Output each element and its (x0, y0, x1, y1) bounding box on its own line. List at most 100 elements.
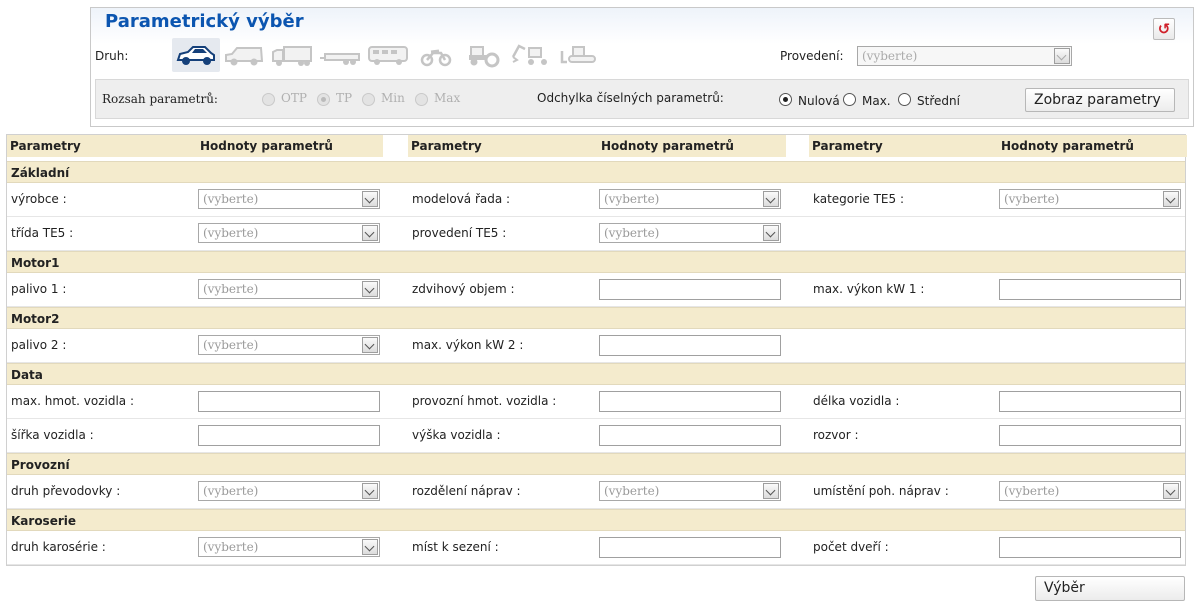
druh-label: Druh: (95, 49, 129, 63)
vehicle-type-tractor[interactable] (460, 38, 508, 72)
parameter-select[interactable]: (vyberte) (198, 335, 380, 355)
rozsah-radio-2[interactable] (317, 93, 330, 106)
chevron-down-icon (362, 225, 378, 241)
parameter-input[interactable] (198, 391, 380, 412)
parameter-input[interactable] (999, 391, 1181, 412)
provedeni-select[interactable]: (vyberte) (857, 46, 1072, 66)
header-parametry: Parametry (411, 139, 482, 153)
section-title: Provozní (11, 458, 70, 472)
parameter-select[interactable]: (vyberte) (999, 189, 1181, 209)
parameter-input[interactable] (599, 537, 781, 558)
rozsah-radio-label: Min (381, 91, 405, 105)
odchylka-radio-label: Max. (862, 94, 891, 108)
chevron-down-icon (362, 281, 378, 297)
table-header-3: Parametry Hodnoty parametrů (809, 135, 1187, 157)
chevron-down-icon (1054, 48, 1070, 64)
rozsah-radio-label: Max (434, 91, 461, 105)
parameter-input[interactable] (999, 537, 1181, 558)
odchylka-radio-1[interactable] (779, 93, 792, 106)
parametric-selection-panel: Parametrický výběr ↺ Druh: Provedení: (v… (90, 7, 1194, 127)
select-placeholder: (vyberte) (203, 226, 259, 240)
field-label: výrobce : (11, 192, 67, 206)
undo-icon: ↺ (1157, 20, 1171, 38)
section-title: Data (11, 368, 43, 382)
chevron-down-icon (1163, 191, 1179, 207)
parameter-input[interactable] (599, 279, 781, 300)
vehicle-type-bus[interactable] (364, 38, 412, 72)
parameter-select[interactable]: (vyberte) (599, 481, 781, 501)
chevron-down-icon (362, 337, 378, 353)
field-label: druh karosérie : (11, 540, 106, 554)
vehicle-type-bulldozer[interactable] (556, 38, 604, 72)
parameter-input[interactable] (599, 335, 781, 356)
field-label: zdvihový objem : (412, 282, 515, 296)
show-parameters-button[interactable]: Zobraz parametry (1025, 88, 1175, 112)
provedeni-select-value: (vyberte) (862, 49, 918, 63)
parameter-input[interactable] (999, 279, 1181, 300)
section-header: Provozní (7, 453, 1185, 475)
header-hodnoty: Hodnoty parametrů (200, 139, 333, 153)
vehicle-type-excavator[interactable] (508, 38, 556, 72)
select-placeholder: (vyberte) (1004, 484, 1060, 498)
field-label: max. hmot. vozidla : (11, 394, 134, 408)
field-label: modelová řada : (412, 192, 511, 206)
select-placeholder: (vyberte) (604, 192, 660, 206)
field-label: max. výkon kW 2 : (412, 338, 524, 352)
field-label: počet dveří : (813, 540, 889, 554)
section-header: Motor2 (7, 307, 1185, 329)
table-header-2: Parametry Hodnoty parametrů (408, 135, 786, 157)
parameter-select[interactable]: (vyberte) (198, 223, 380, 243)
odchylka-radio-2[interactable] (843, 93, 856, 106)
odchylka-label: Odchylka číselných parametrů: (537, 91, 724, 105)
vehicle-type-trailer[interactable] (316, 38, 364, 72)
submit-button[interactable]: Výběr (1035, 576, 1185, 601)
parameter-table: Parametry Hodnoty parametrů Parametry Hodno… (6, 134, 1187, 566)
field-label: palivo 2 : (11, 338, 67, 352)
parameter-select[interactable]: (vyberte) (198, 537, 380, 557)
parameter-select[interactable]: (vyberte) (599, 189, 781, 209)
table-row: max. hmot. vozidla : provozní hmot. vozid… (7, 385, 1185, 419)
header-parametry: Parametry (10, 139, 81, 153)
rozsah-radio-4[interactable] (415, 93, 428, 106)
reset-button[interactable]: ↺ (1153, 18, 1175, 40)
parameter-select[interactable]: (vyberte) (599, 223, 781, 243)
chevron-down-icon (1163, 483, 1179, 499)
section-header: Motor1 (7, 251, 1185, 273)
chevron-down-icon (362, 483, 378, 499)
parameter-select[interactable]: (vyberte) (198, 481, 380, 501)
table-row: druh převodovky : (vyberte) rozdělení nápr… (7, 475, 1185, 509)
header-parametry: Parametry (812, 139, 883, 153)
chevron-down-icon (763, 483, 779, 499)
parameter-input[interactable] (599, 391, 781, 412)
field-label: druh převodovky : (11, 484, 121, 498)
provedeni-label: Provedení: (780, 49, 844, 63)
parameter-input[interactable] (198, 425, 380, 446)
section-header: Data (7, 363, 1185, 385)
vehicle-type-motorcycle[interactable] (412, 38, 460, 72)
select-placeholder: (vyberte) (203, 540, 259, 554)
parameter-input[interactable] (599, 425, 781, 446)
field-label: umístění poh. náprav : (813, 484, 949, 498)
odchylka-radio-3[interactable] (898, 93, 911, 106)
select-placeholder: (vyberte) (203, 192, 259, 206)
field-label: třída TE5 : (11, 226, 74, 240)
parameter-input[interactable] (999, 425, 1181, 446)
vehicle-type-van[interactable] (220, 38, 268, 72)
field-label: šířka vozidla : (11, 428, 94, 442)
field-label: palivo 1 : (11, 282, 67, 296)
select-placeholder: (vyberte) (203, 282, 259, 296)
vehicle-type-truck[interactable] (268, 38, 316, 72)
range-bar: Rozsah parametrů: OTP TP Min Max Odchylka č… (95, 79, 1189, 119)
parameter-select[interactable]: (vyberte) (198, 189, 380, 209)
section-title: Motor1 (11, 256, 60, 270)
field-label: rozdělení náprav : (412, 484, 521, 498)
table-header-1: Parametry Hodnoty parametrů (7, 135, 383, 157)
table-row: šířka vozidla : výška vozidla : rozvor : (7, 419, 1185, 453)
parameter-select[interactable]: (vyberte) (999, 481, 1181, 501)
parameter-select[interactable]: (vyberte) (198, 279, 380, 299)
rozsah-radio-1[interactable] (262, 93, 275, 106)
rozsah-radio-3[interactable] (362, 93, 375, 106)
vehicle-type-car[interactable] (172, 38, 220, 72)
field-label: max. výkon kW 1 : (813, 282, 925, 296)
rozsah-label: Rozsah parametrů: (102, 92, 218, 106)
